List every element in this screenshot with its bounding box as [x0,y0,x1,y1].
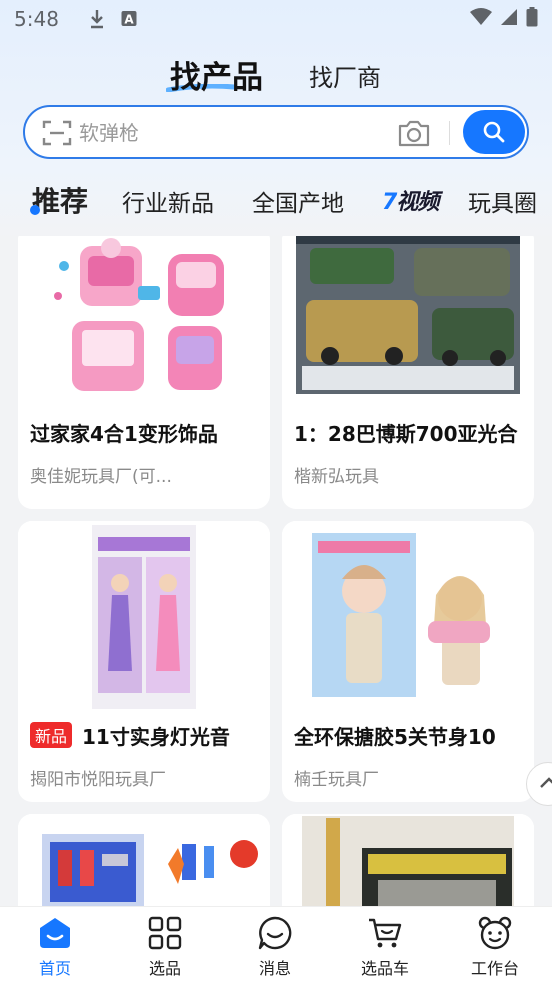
active-tab-dot [30,205,40,215]
battery-icon [526,6,538,32]
mode-tabs: 找产品 找厂商 [0,50,552,97]
product-card[interactable]: 过家家4合1变形饰品 奥佳妮玩具厂(可... [18,236,270,509]
nav-home-label: 首页 [38,959,71,978]
nav-messages[interactable]: 消息 [230,915,320,979]
search-bar [23,105,529,159]
product-seller: 奥佳妮玩具厂(可... [30,467,172,487]
product-image [18,236,270,401]
tab-find-products[interactable]: 找产品 [170,52,263,97]
camera-icon[interactable] [397,118,431,148]
bear-face-icon [478,916,512,950]
search-button[interactable] [463,110,525,154]
product-seller: 楷新弘玩具 [294,467,379,487]
nav-select[interactable]: 选品 [120,915,210,979]
chat-icon [258,916,292,950]
product-image [18,521,270,711]
product-seller: 揭阳市悦阳玩具厂 [30,770,166,790]
keyboard-a-icon: A [121,10,137,28]
product-card[interactable]: 1：28巴博斯700亚光合 楷新弘玩具 [282,236,534,509]
nav-workbench-label: 工作台 [470,959,519,978]
product-image [282,236,534,401]
nav-select-label: 选品 [148,959,181,978]
nav-cart-label: 选品车 [360,959,409,978]
back-to-top-button[interactable] [526,762,552,806]
product-title: 过家家4合1变形饰品 [30,422,218,446]
category-tabs: 推荐 行业新品 全国产地 7视频 玩具圈 [0,178,552,222]
product-seller: 楠壬玩具厂 [294,770,379,790]
product-card[interactable] [282,814,534,906]
product-title-text: 11寸实身灯光音 [82,725,230,749]
product-image [282,521,534,711]
scan-icon[interactable] [42,119,72,147]
search-input[interactable] [79,117,379,149]
bottom-navigation: 首页 选品 消息 选品车 工作台 [0,906,552,983]
wifi-icon [470,7,492,31]
status-bar: 5:48 A [0,0,552,38]
product-card[interactable] [18,814,270,906]
product-image [18,814,270,906]
grid-icon [148,916,182,950]
nav-home[interactable]: 首页 [10,915,100,979]
download-icon [89,9,105,29]
nav-cart[interactable]: 选品车 [340,915,430,979]
cart-icon [369,918,402,948]
tab-find-factories[interactable]: 找厂商 [309,58,381,93]
video-logo-text: 视频 [396,190,439,215]
product-title: 1：28巴博斯700亚光合 [294,422,518,446]
home-icon [40,918,70,948]
product-title: 新品 11寸实身灯光音 [30,721,262,750]
tab-video[interactable]: 7视频 [382,184,439,216]
product-card[interactable]: 新品 11寸实身灯光音 揭阳市悦阳玩具厂 [18,521,270,802]
product-grid: 过家家4合1变形饰品 奥佳妮玩具厂(可... 1：28巴博斯700亚光合 楷新弘… [0,236,552,906]
search-divider [449,121,450,145]
arrow-up-icon [540,777,552,788]
product-image [282,814,534,906]
product-card[interactable]: 全环保搪胶5关节身10 楠壬玩具厂 [282,521,534,802]
nav-workbench[interactable]: 工作台 [450,915,540,979]
status-time: 5:48 [14,7,59,31]
tab-industry-new[interactable]: 行业新品 [122,184,214,218]
new-tag: 新品 [30,722,73,748]
signal-icon [500,7,518,31]
search-icon [483,121,505,143]
svg-text:A: A [124,13,134,27]
tab-recommended[interactable]: 推荐 [32,180,88,220]
nav-messages-label: 消息 [258,959,291,978]
product-title: 全环保搪胶5关节身10 [294,725,496,749]
tab-national-origin[interactable]: 全国产地 [252,184,344,218]
tab-toy-circle[interactable]: 玩具圈 [468,184,537,218]
